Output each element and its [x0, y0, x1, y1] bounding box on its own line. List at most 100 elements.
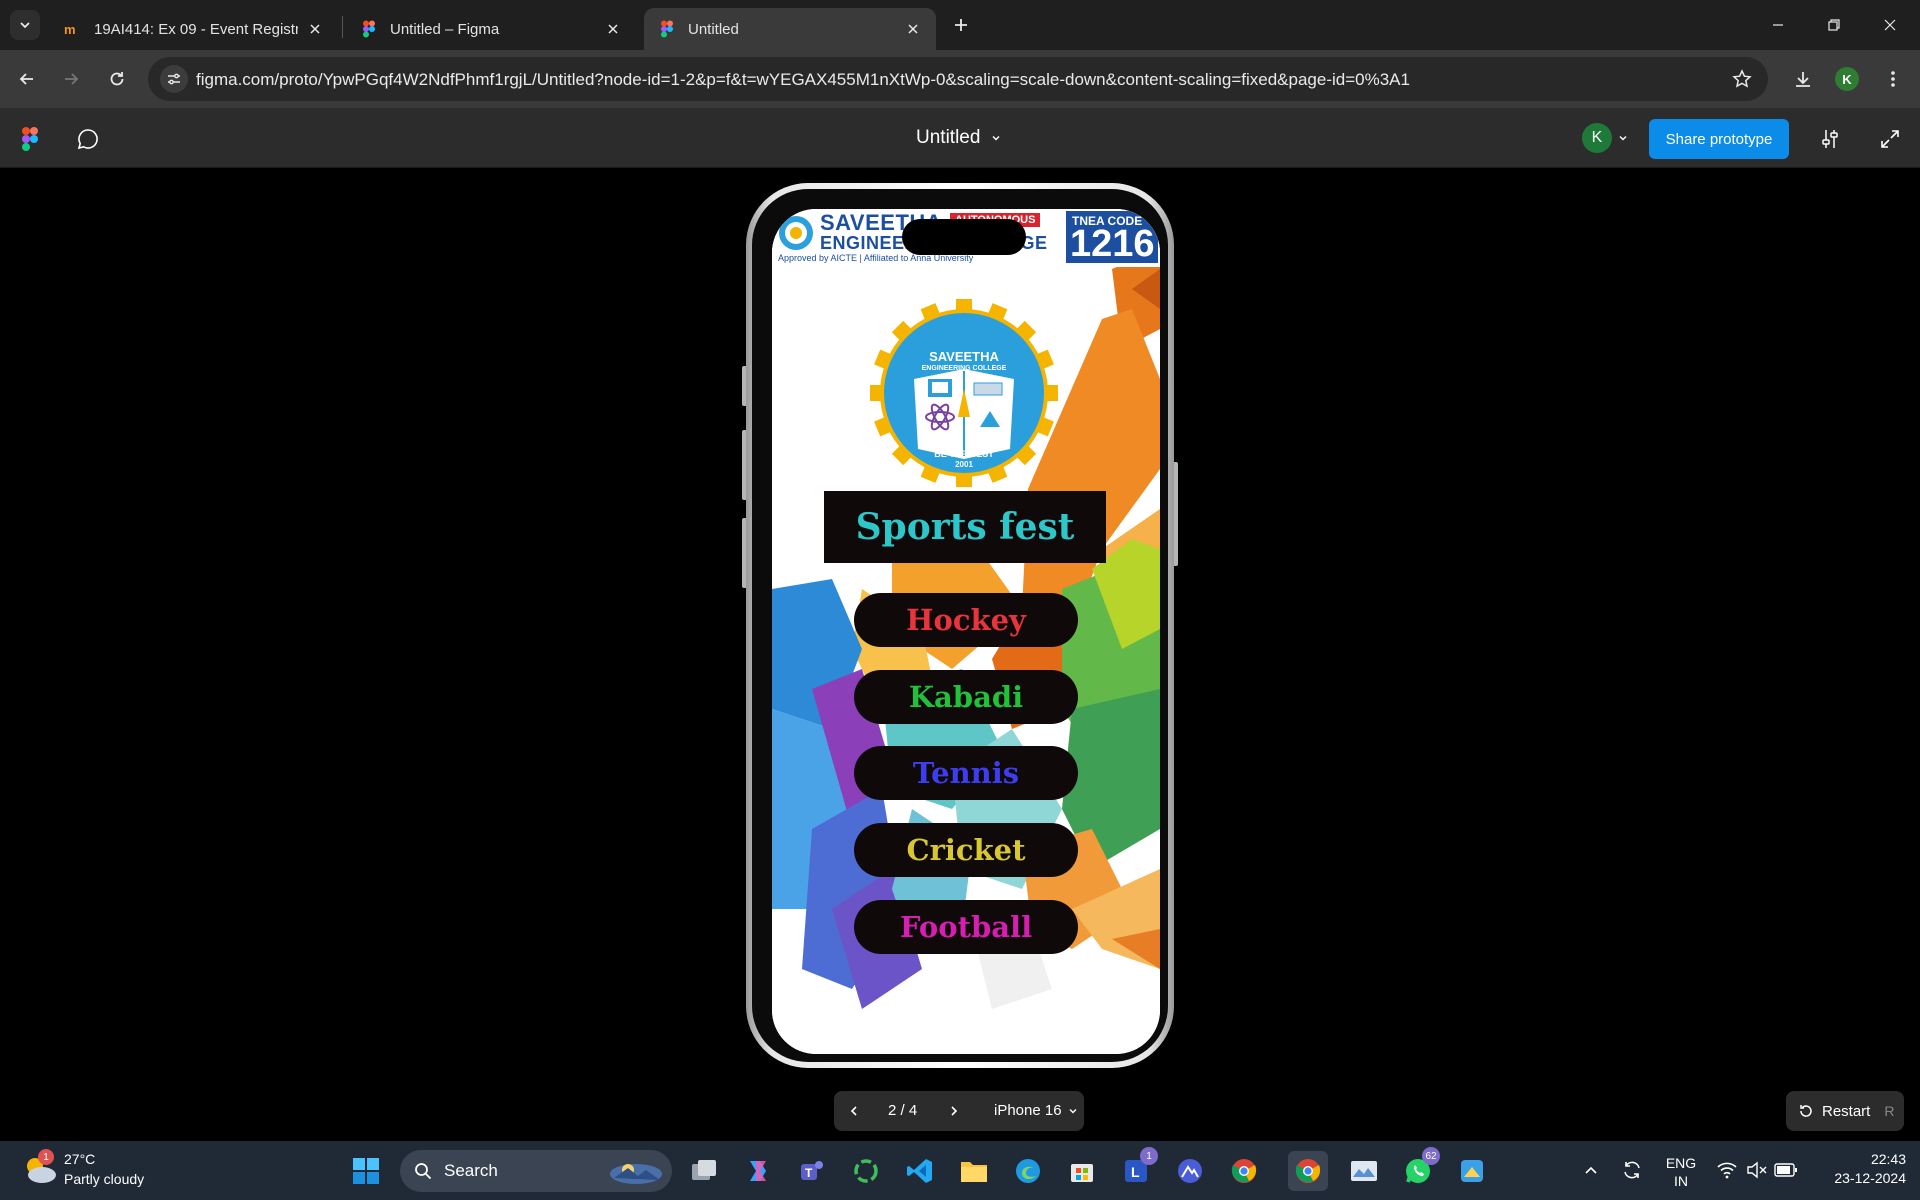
- weather-widget[interactable]: 1 27°C Partly cloudy: [22, 1149, 202, 1193]
- bookmark-star-icon[interactable]: [1732, 69, 1752, 89]
- chevron-up-icon[interactable]: [1583, 1162, 1599, 1178]
- football-button[interactable]: Football: [854, 900, 1078, 954]
- iphone-frame: SAVEETHA ENGINEERING COLLEGE AUTONOMOUS …: [746, 183, 1174, 1068]
- next-frame-button[interactable]: [944, 1101, 964, 1121]
- edge-app[interactable]: [1008, 1151, 1048, 1191]
- windows-icon: [353, 1158, 379, 1184]
- chrome-app[interactable]: [1224, 1151, 1264, 1191]
- mountain-logo-icon: [1178, 1159, 1202, 1183]
- vscode-app[interactable]: [900, 1151, 940, 1191]
- svg-text:m: m: [64, 22, 76, 37]
- tab-prototype[interactable]: Untitled: [644, 8, 936, 50]
- reload-button[interactable]: [102, 64, 132, 94]
- avatar: K: [1835, 67, 1859, 91]
- downloads-button[interactable]: [1788, 64, 1818, 94]
- tune-icon: [168, 73, 180, 85]
- site-info-button[interactable]: [160, 65, 188, 93]
- close-icon[interactable]: [904, 20, 922, 38]
- chevron-left-icon: [850, 1106, 857, 1116]
- share-prototype-button[interactable]: Share prototype: [1649, 119, 1789, 159]
- fullscreen-button[interactable]: [1876, 125, 1904, 153]
- sync-app[interactable]: [846, 1151, 886, 1191]
- figma-prototype-bar: Untitled K Share prototype: [0, 108, 1920, 168]
- sync-icon[interactable]: [1620, 1158, 1644, 1182]
- vectorize-app[interactable]: [1170, 1151, 1210, 1191]
- comment-button[interactable]: [74, 125, 102, 153]
- dynamic-island: [902, 219, 1026, 255]
- chevron-down-icon[interactable]: [1617, 132, 1629, 144]
- teams-app[interactable]: T: [792, 1151, 832, 1191]
- language-code: ENG: [1665, 1155, 1697, 1171]
- forward-button[interactable]: [56, 64, 86, 94]
- plus-icon: [955, 19, 967, 31]
- figma-menu-button[interactable]: [16, 125, 44, 153]
- device-selector[interactable]: iPhone 16: [994, 1102, 1078, 1119]
- restart-shortcut: R: [1884, 1103, 1895, 1119]
- new-tab-button[interactable]: [948, 12, 974, 38]
- start-button[interactable]: [346, 1151, 386, 1191]
- chrome-icon: [1295, 1159, 1321, 1183]
- tab-moodle[interactable]: m 19AI414: Ex 09 - Event Registrat: [50, 8, 338, 50]
- file-title: Untitled: [916, 127, 981, 148]
- chevron-down-icon: [1069, 1108, 1077, 1113]
- language-indicator[interactable]: ENG IN: [1660, 1154, 1702, 1190]
- restore-button[interactable]: [1812, 10, 1856, 40]
- language-region: IN: [1674, 1173, 1688, 1189]
- expand-icon: [1881, 130, 1899, 148]
- browser-tab-strip: m 19AI414: Ex 09 - Event Registrat Untit…: [0, 0, 1920, 50]
- outlook-app[interactable]: L 1: [1116, 1147, 1158, 1191]
- logo-year: 2001: [955, 460, 973, 469]
- chrome-profile-app[interactable]: [1288, 1151, 1328, 1191]
- prototype-screen[interactable]: SAVEETHA ENGINEERING COLLEGE AUTONOMOUS …: [772, 209, 1160, 1054]
- close-icon: [1884, 19, 1896, 31]
- avatar[interactable]: K: [1582, 123, 1612, 153]
- whatsapp-app[interactable]: 62: [1398, 1147, 1440, 1191]
- logo-motto: BE THE BEST: [934, 449, 994, 459]
- url-text[interactable]: figma.com/proto/YpwPGqf4W2NdfPhmf1rgjL/U…: [196, 70, 1410, 90]
- close-icon[interactable]: [306, 20, 324, 38]
- tab-title: Untitled: [688, 20, 739, 38]
- copilot-app[interactable]: [738, 1151, 778, 1191]
- vscode-icon: [907, 1159, 932, 1183]
- edge-icon: [1016, 1159, 1040, 1183]
- file-title-menu[interactable]: Untitled: [916, 127, 1002, 149]
- back-button[interactable]: [12, 64, 42, 94]
- kabadi-button[interactable]: Kabadi: [854, 670, 1078, 724]
- battery-icon[interactable]: [1774, 1162, 1798, 1178]
- task-view-button[interactable]: [684, 1151, 724, 1191]
- svg-text:T: T: [805, 1166, 813, 1180]
- system-clock[interactable]: 22:43 23-12-2024: [1810, 1150, 1906, 1188]
- close-window-button[interactable]: [1868, 10, 1912, 40]
- previous-frame-button[interactable]: [844, 1101, 864, 1121]
- paint-app[interactable]: [1452, 1151, 1492, 1191]
- close-icon[interactable]: [604, 20, 622, 38]
- browser-menu-button[interactable]: [1878, 64, 1908, 94]
- frame-counter: 2 / 4: [888, 1102, 918, 1119]
- file-explorer-app[interactable]: [954, 1151, 994, 1191]
- clock-date: 23-12-2024: [1834, 1170, 1906, 1186]
- chevron-right-icon: [951, 1106, 958, 1116]
- chrome-icon: [1231, 1159, 1257, 1183]
- page-title: Sports fest: [855, 506, 1075, 548]
- taskbar-search[interactable]: Search: [400, 1150, 672, 1192]
- cricket-button[interactable]: Cricket: [854, 823, 1078, 877]
- store-app[interactable]: [1062, 1151, 1102, 1191]
- photos-app[interactable]: [1344, 1151, 1384, 1191]
- tab-figma-file[interactable]: Untitled – Figma: [346, 8, 636, 50]
- volume-muted-icon[interactable]: [1746, 1160, 1768, 1180]
- profile-button[interactable]: K: [1832, 64, 1862, 94]
- restart-button[interactable]: Restart R: [1786, 1091, 1904, 1131]
- wifi-icon[interactable]: [1716, 1160, 1738, 1180]
- restart-label: Restart: [1822, 1102, 1871, 1120]
- minimize-button[interactable]: [1756, 10, 1800, 40]
- hockey-button[interactable]: Hockey: [854, 593, 1078, 647]
- copilot-icon: [750, 1161, 766, 1181]
- minimize-icon: [1773, 24, 1783, 26]
- settings-sliders-icon: [1822, 130, 1838, 148]
- prototype-settings-button[interactable]: [1816, 125, 1844, 153]
- address-bar[interactable]: figma.com/proto/YpwPGqf4W2NdfPhmf1rgjL/U…: [148, 57, 1768, 101]
- tab-search-button[interactable]: [10, 10, 40, 40]
- sports-fest-title-box: Sports fest: [824, 491, 1106, 563]
- tennis-button[interactable]: Tennis: [854, 746, 1078, 800]
- sport-label: Cricket: [906, 833, 1026, 867]
